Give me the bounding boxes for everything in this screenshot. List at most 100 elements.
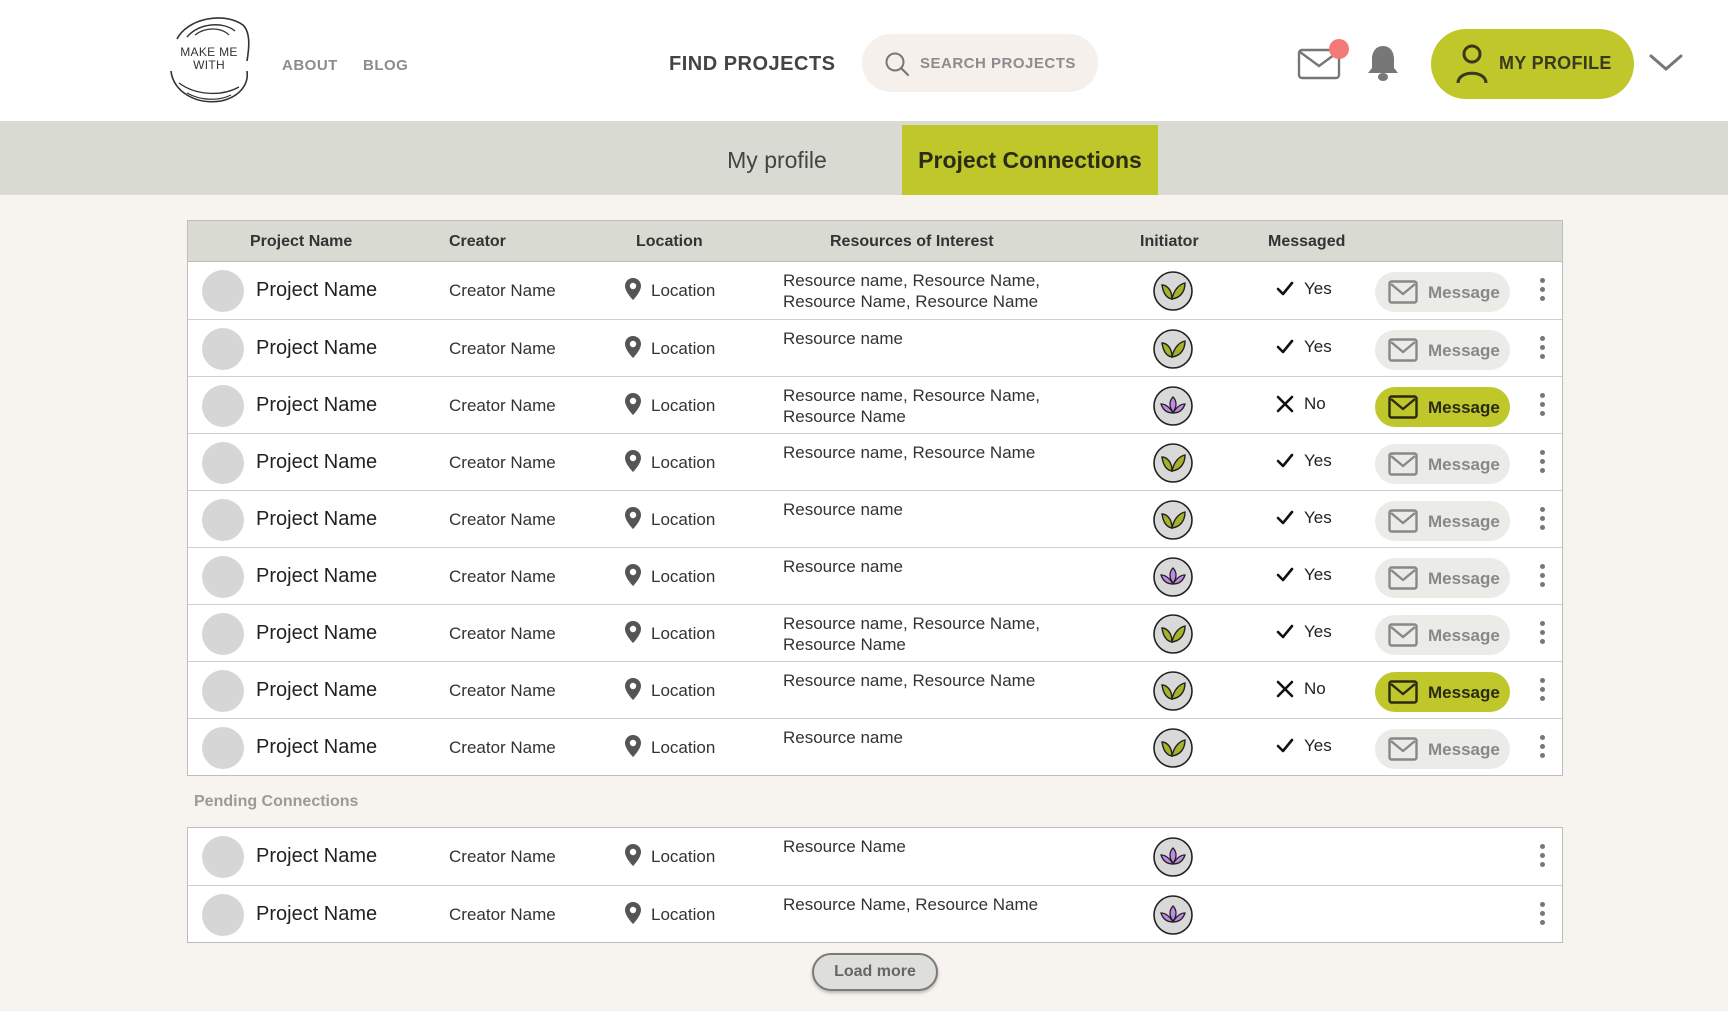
more-options-icon[interactable] xyxy=(1537,336,1547,362)
resources-text: Resource name xyxy=(783,499,1083,520)
initiator-badge xyxy=(1152,385,1194,427)
messaged-label: Yes xyxy=(1304,508,1332,527)
creator-name[interactable]: Creator Name xyxy=(449,567,556,587)
message-button[interactable]: Message xyxy=(1375,272,1510,312)
more-options-icon[interactable] xyxy=(1537,844,1547,870)
initiator-badge xyxy=(1152,727,1194,769)
nav-find-projects-link[interactable]: FIND PROJECTS xyxy=(669,53,836,76)
lotus-icon xyxy=(1153,837,1193,877)
creator-name[interactable]: Creator Name xyxy=(449,281,556,301)
more-options-icon[interactable] xyxy=(1537,735,1547,761)
check-icon xyxy=(1276,339,1294,354)
message-button[interactable]: Message xyxy=(1375,558,1510,598)
location-pin-icon xyxy=(625,450,641,472)
envelope-icon xyxy=(1388,452,1418,476)
messaged-label: No xyxy=(1304,679,1326,698)
project-name[interactable]: Project Name xyxy=(256,736,377,759)
messaged-status: Yes xyxy=(1276,564,1332,586)
resources-line: Resource Name, Resource Name xyxy=(783,895,1039,914)
header-project-name: Project Name xyxy=(250,233,353,250)
creator-name[interactable]: Creator Name xyxy=(449,681,556,701)
search-box[interactable] xyxy=(862,34,1098,92)
resources-text: Resource name, Resource Name, Resource Na… xyxy=(783,613,1083,655)
project-avatar[interactable] xyxy=(202,499,244,541)
initiator-badge xyxy=(1152,670,1194,712)
table-row: Project Name Creator Name Location Resource… xyxy=(188,885,1562,942)
project-avatar[interactable] xyxy=(202,556,244,598)
project-avatar[interactable] xyxy=(202,328,244,370)
project-avatar[interactable] xyxy=(202,727,244,769)
messaged-label: Yes xyxy=(1304,451,1332,470)
project-name[interactable]: Project Name xyxy=(256,845,377,868)
project-avatar[interactable] xyxy=(202,270,244,312)
more-options-icon[interactable] xyxy=(1537,507,1547,533)
message-button[interactable]: Message xyxy=(1375,672,1510,712)
project-name[interactable]: Project Name xyxy=(256,508,377,531)
header-location: Location xyxy=(636,233,703,250)
message-button[interactable]: Message xyxy=(1375,729,1510,769)
project-avatar[interactable] xyxy=(202,670,244,712)
project-name[interactable]: Project Name xyxy=(256,622,377,645)
project-avatar[interactable] xyxy=(202,442,244,484)
project-name[interactable]: Project Name xyxy=(256,394,377,417)
user-icon xyxy=(1456,44,1488,84)
logo[interactable]: MAKE ME WITH xyxy=(165,9,253,109)
creator-name[interactable]: Creator Name xyxy=(449,339,556,359)
project-avatar[interactable] xyxy=(202,385,244,427)
nav-about-link[interactable]: ABOUT xyxy=(282,57,338,74)
location-pin-icon xyxy=(625,735,641,757)
message-button[interactable]: Message xyxy=(1375,444,1510,484)
creator-name[interactable]: Creator Name xyxy=(449,738,556,758)
more-options-icon[interactable] xyxy=(1537,902,1547,928)
project-avatar[interactable] xyxy=(202,613,244,655)
creator-name[interactable]: Creator Name xyxy=(449,453,556,473)
more-options-icon[interactable] xyxy=(1537,393,1547,419)
creator-name[interactable]: Creator Name xyxy=(449,847,556,867)
project-name[interactable]: Project Name xyxy=(256,279,377,302)
my-profile-label: MY PROFILE xyxy=(1499,53,1612,73)
creator-name[interactable]: Creator Name xyxy=(449,396,556,416)
project-name[interactable]: Project Name xyxy=(256,451,377,474)
messaged-status: Yes xyxy=(1276,507,1332,529)
bell-icon[interactable] xyxy=(1366,44,1400,82)
project-name[interactable]: Project Name xyxy=(256,337,377,360)
project-name[interactable]: Project Name xyxy=(256,565,377,588)
message-button-label: Message xyxy=(1428,455,1500,474)
tab-my-profile[interactable]: My profile xyxy=(702,125,852,195)
resources-line: Resource name xyxy=(783,329,904,348)
table-row: Project Name Creator Name Location Resource… xyxy=(188,547,1562,604)
search-input[interactable] xyxy=(920,49,1090,77)
resources-line: Resource Name xyxy=(783,407,906,426)
message-button[interactable]: Message xyxy=(1375,387,1510,427)
more-options-icon[interactable] xyxy=(1537,564,1547,590)
project-avatar[interactable] xyxy=(202,836,244,878)
more-options-icon[interactable] xyxy=(1537,678,1547,704)
nav-blog-link[interactable]: BLOG xyxy=(363,57,408,74)
location-text: Location xyxy=(651,567,716,586)
more-options-icon[interactable] xyxy=(1537,278,1547,304)
location-pin-icon xyxy=(625,678,641,700)
resources-line: Resource name xyxy=(783,557,904,576)
resources-line: Resource name, Resource Name, xyxy=(783,614,1041,633)
chevron-down-icon[interactable] xyxy=(1648,52,1684,74)
creator-name[interactable]: Creator Name xyxy=(449,905,556,925)
load-more-button[interactable]: Load more xyxy=(812,953,938,991)
messaged-label: No xyxy=(1304,394,1326,413)
leaf-icon xyxy=(1153,443,1193,483)
message-button[interactable]: Message xyxy=(1375,330,1510,370)
message-button[interactable]: Message xyxy=(1375,615,1510,655)
creator-name[interactable]: Creator Name xyxy=(449,510,556,530)
creator-name[interactable]: Creator Name xyxy=(449,624,556,644)
message-button[interactable]: Message xyxy=(1375,501,1510,541)
project-avatar[interactable] xyxy=(202,894,244,936)
tab-project-connections[interactable]: Project Connections xyxy=(902,125,1158,195)
initiator-badge xyxy=(1152,328,1194,370)
mail-notification-dot xyxy=(1329,39,1349,59)
my-profile-button[interactable]: MY PROFILE xyxy=(1431,29,1634,99)
more-options-icon[interactable] xyxy=(1537,621,1547,647)
project-name[interactable]: Project Name xyxy=(256,903,377,926)
resources-text: Resource name, Resource Name xyxy=(783,670,1083,691)
project-name[interactable]: Project Name xyxy=(256,679,377,702)
more-options-icon[interactable] xyxy=(1537,450,1547,476)
messaged-status: Yes xyxy=(1276,336,1332,358)
